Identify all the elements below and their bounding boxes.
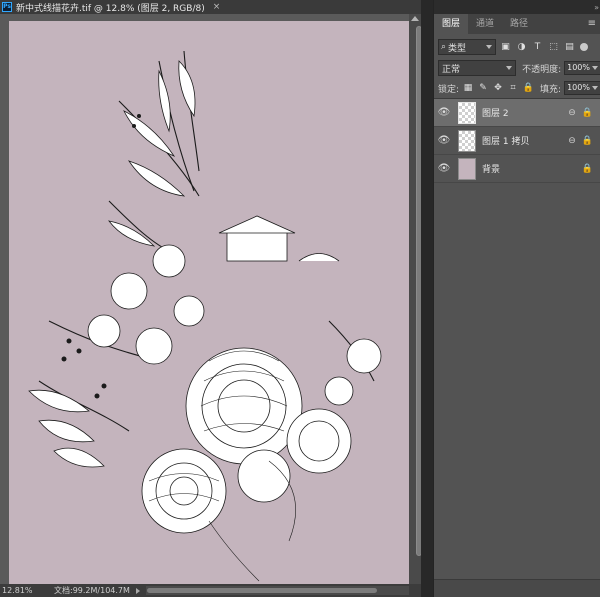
scroll-up-icon[interactable] [411, 16, 419, 21]
shape-filter-icon[interactable]: ⬚ [547, 41, 560, 54]
link-icon: ⊖ [568, 135, 576, 146]
image-filter-icon[interactable]: ▣ [499, 41, 512, 54]
tab-layers[interactable]: 图层 [434, 14, 469, 34]
panel-gutter [421, 0, 433, 597]
status-bar: 12.81% 文档:99.2M/104.7M [0, 584, 421, 597]
document-tab[interactable]: Ps 新中式线描花卉.tif @ 12.8% (图层 2, RGB/8) × [0, 0, 421, 14]
lock-image-pixels-icon[interactable]: ✎ [477, 82, 489, 94]
lock-all-icon[interactable]: 🔒 [522, 82, 534, 94]
layer-thumbnail [458, 101, 476, 124]
visibility-eye-icon[interactable]: 👁 [434, 163, 454, 174]
document-window: Ps 新中式线描花卉.tif @ 12.8% (图层 2, RGB/8) × 1… [0, 0, 422, 597]
layer-row[interactable]: 👁 图层 1 拷贝 ⊖ 🔒 [434, 127, 600, 155]
document-size-info: 文档:99.2M/104.7M [54, 586, 130, 595]
fill-label: 填充: [540, 84, 562, 95]
panel-bottom-bar [434, 579, 600, 597]
layers-panel: » 图层 通道 路径 ≡ ⌕ 类型 ▣ ◑ T ⬚ ▤ 正常 不透明度: 100… [433, 0, 600, 597]
lock-icon: 🔒 [581, 135, 593, 146]
panel-header: » [434, 0, 600, 14]
adjustment-filter-icon[interactable]: ◑ [515, 41, 528, 54]
chevron-down-icon [506, 66, 513, 70]
lock-label: 锁定: [438, 84, 460, 95]
vertical-scrollbar[interactable] [409, 14, 422, 584]
panel-menu-icon[interactable]: ≡ [588, 14, 596, 34]
panel-tabs: 图层 通道 路径 ≡ [434, 14, 600, 34]
opacity-field[interactable]: 100% [564, 61, 600, 75]
status-menu-arrow-icon[interactable] [135, 587, 140, 594]
fill-value: 100% [567, 83, 590, 92]
hscroll-thumb[interactable] [146, 588, 377, 593]
lock-icon: 🔒 [581, 107, 593, 118]
layer-filter-row: ⌕ 类型 ▣ ◑ T ⬚ ▤ [434, 38, 600, 56]
zoom-level[interactable]: 12.81% [0, 586, 40, 595]
layer-indicators: 🔒 [582, 164, 593, 174]
tab-paths[interactable]: 路径 [502, 14, 536, 34]
filter-type-select[interactable]: ⌕ 类型 [438, 39, 496, 55]
visibility-eye-icon[interactable]: 👁 [434, 107, 454, 118]
search-icon: ⌕ [441, 42, 447, 52]
blend-mode-value: 正常 [442, 64, 461, 75]
lock-icon: 🔒 [581, 163, 593, 174]
floral-line-art [28, 50, 382, 582]
collapse-panels-icon[interactable]: » [594, 3, 599, 12]
layer-name[interactable]: 图层 1 拷贝 [482, 134, 529, 147]
canvas-area[interactable] [0, 14, 409, 584]
blend-mode-select[interactable]: 正常 [438, 60, 517, 76]
smart-object-filter-icon[interactable]: ▤ [563, 41, 576, 54]
canvas[interactable] [9, 21, 409, 584]
chevron-down-icon [486, 45, 492, 49]
photoshop-window: Ps 新中式线描花卉.tif @ 12.8% (图层 2, RGB/8) × 1… [0, 0, 600, 597]
chevron-down-icon [592, 66, 598, 70]
tab-channels[interactable]: 通道 [468, 14, 502, 34]
filter-type-label: 类型 [448, 43, 467, 54]
layer-name[interactable]: 图层 2 [482, 106, 509, 119]
layer-row[interactable]: 👁 背景 🔒 [434, 155, 600, 183]
document-title: 新中式线描花卉.tif @ 12.8% (图层 2, RGB/8) [16, 3, 205, 14]
opacity-value: 100% [567, 63, 590, 72]
link-icon: ⊖ [568, 107, 576, 118]
fill-field[interactable]: 100% [564, 81, 600, 95]
close-icon[interactable]: × [213, 2, 221, 12]
lock-row: 锁定: ▦ ✎ ✥ ⌗ 🔒 填充: 100% [434, 80, 600, 96]
visibility-eye-icon[interactable]: 👁 [434, 135, 454, 146]
layer-thumbnail [458, 157, 476, 180]
layer-name[interactable]: 背景 [482, 162, 500, 175]
layer-thumbnail [458, 129, 476, 152]
lock-artboard-icon[interactable]: ⌗ [507, 82, 519, 94]
opacity-label: 不透明度: [522, 64, 562, 75]
layer-row[interactable]: 👁 图层 2 ⊖ 🔒 [434, 99, 600, 127]
horizontal-scrollbar[interactable] [145, 586, 409, 595]
blend-row: 正常 不透明度: 100% [434, 60, 600, 76]
chevron-down-icon [591, 86, 598, 90]
filter-toggle[interactable] [580, 43, 588, 51]
photoshop-icon: Ps [2, 2, 12, 12]
layer-indicators: ⊖ 🔒 [568, 108, 593, 118]
layer-indicators: ⊖ 🔒 [568, 136, 593, 146]
type-filter-icon[interactable]: T [531, 41, 544, 54]
lock-position-icon[interactable]: ✥ [492, 82, 504, 94]
lock-transparent-pixels-icon[interactable]: ▦ [462, 82, 474, 94]
